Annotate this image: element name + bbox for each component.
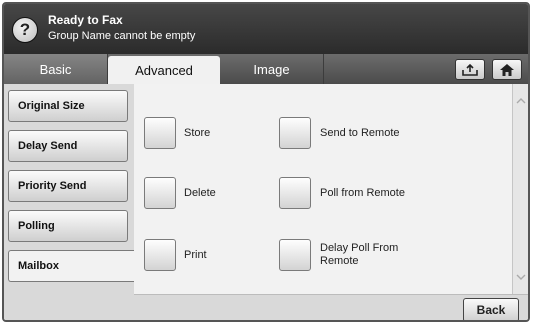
sidebar-item-priority-send[interactable]: Priority Send	[8, 170, 128, 202]
print-label: Print	[184, 249, 207, 261]
store-label: Store	[184, 127, 211, 139]
scrollbar[interactable]	[512, 84, 528, 294]
delay-poll-from-remote-label: Delay Poll From Remote	[320, 242, 398, 268]
upload-tray-icon	[462, 63, 478, 76]
fax-screen: ? Ready to Fax Group Name cannot be empt…	[2, 2, 530, 322]
mailbox-options-panel: Store Delete Print Send to Remote Poll f…	[134, 84, 512, 294]
sidebar: Original Size Delay Send Priority Send P…	[4, 84, 134, 320]
tab-advanced[interactable]: Advanced	[108, 56, 220, 84]
sidebar-item-original-size[interactable]: Original Size	[8, 90, 128, 122]
status-header: ? Ready to Fax Group Name cannot be empt…	[4, 4, 528, 54]
poll-from-remote-label: Poll from Remote	[320, 187, 405, 199]
sidebar-item-delay-send[interactable]: Delay Send	[8, 130, 128, 162]
back-button[interactable]: Back	[463, 298, 519, 320]
status-message: Group Name cannot be empty	[48, 30, 196, 42]
tab-bar: Basic Advanced Image	[4, 54, 528, 84]
delete-label: Delete	[184, 187, 216, 199]
send-to-remote-button[interactable]	[279, 117, 311, 149]
delay-poll-label-line2: Remote	[320, 255, 359, 267]
tab-basic[interactable]: Basic	[4, 54, 108, 84]
status-title: Ready to Fax	[48, 13, 123, 27]
chevron-down-icon[interactable]	[513, 268, 528, 286]
print-button[interactable]	[144, 239, 176, 271]
home-button[interactable]	[492, 59, 522, 80]
delay-poll-label-line1: Delay Poll From	[320, 242, 399, 254]
sidebar-item-mailbox[interactable]: Mailbox	[8, 250, 134, 282]
home-icon	[500, 63, 514, 76]
footer-bar: Back	[134, 294, 528, 320]
help-icon[interactable]: ?	[12, 17, 38, 43]
upload-tray-button[interactable]	[455, 59, 485, 80]
poll-from-remote-button[interactable]	[279, 177, 311, 209]
sidebar-item-polling[interactable]: Polling	[8, 210, 128, 242]
delete-button[interactable]	[144, 177, 176, 209]
chevron-up-icon[interactable]	[513, 92, 528, 110]
delay-poll-from-remote-button[interactable]	[279, 239, 311, 271]
tab-image[interactable]: Image	[220, 54, 324, 84]
send-to-remote-label: Send to Remote	[320, 127, 400, 139]
store-button[interactable]	[144, 117, 176, 149]
